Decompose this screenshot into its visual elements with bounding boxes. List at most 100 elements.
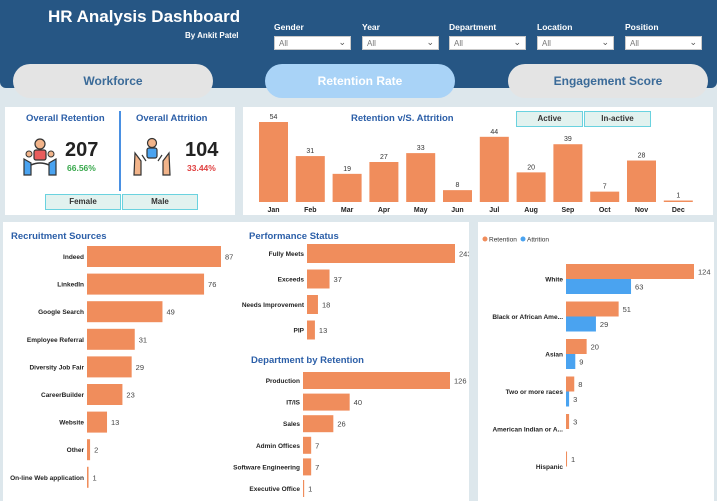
department-category-label: Production [266,378,300,385]
left-charts: Indeed 87 LinkedIn 76 Google Search 49 Employe… [10,244,469,497]
department-category-label: Sales [283,421,300,428]
department-bar [303,436,312,454]
tab-engagement-score[interactable]: Engagement Score [508,64,708,98]
race-retention-bar [566,301,619,317]
recruitment-category-label: CareerBuilder [41,392,84,399]
performance-category-label: Needs Improvement [242,302,305,309]
race-retention-bar [566,376,575,392]
filter-department-label: Department [449,22,497,32]
legend-attrition-swatch [520,236,526,242]
filter-gender-label: Gender [274,22,304,32]
recruitment-category-label: Indeed [63,254,84,261]
filter-location-value: All [542,39,551,48]
male-button[interactable]: Male [122,194,198,210]
retention-vs-attrition-card: Retention v/S. Attrition Active In-activ… [243,107,713,215]
recruitment-category-label: LinkedIn [57,282,84,289]
filter-location-select[interactable]: All ⌄ [537,36,614,50]
month-axis-label: Feb [304,207,316,214]
department-bar [303,458,312,476]
performance-bar [307,320,315,340]
performance-value-label: 13 [319,326,327,335]
monthly-chart: 54 Jan 31 Feb 19 Mar 27 Apr 33 May 8 Jun 44 Jul 20 Aug 3… [259,114,693,214]
legend-attrition-label: Attrition [527,237,549,244]
month-bar [406,153,436,202]
month-bar [443,190,472,202]
performance-bar [307,269,330,289]
tab-retention-rate[interactable]: Retention Rate [265,64,455,98]
author-label: By Ankit Patel [185,31,239,40]
race-retention-bar [566,339,587,354]
chevron-down-icon: ⌄ [338,37,346,47]
filter-gender-value: All [279,39,288,48]
race-retention-bar [566,451,568,467]
recruitment-value-label: 31 [139,335,147,344]
filter-department-select[interactable]: All ⌄ [449,36,526,50]
race-chart: Retention Attrition 124 63 White 51 29 Black or… [482,236,711,471]
race-retention-value-label: 3 [573,418,577,427]
month-value-label: 27 [380,154,388,161]
month-axis-label: May [414,207,428,214]
race-attrition-bar [566,391,570,407]
month-axis-label: Jul [489,207,499,214]
recruitment-bar [87,356,132,378]
performance-bar [307,244,455,263]
chevron-down-icon: ⌄ [601,37,609,47]
department-value-label: 26 [337,420,345,429]
race-retention-value-label: 20 [591,343,599,352]
race-category-label: White [545,277,563,284]
recruitment-value-label: 49 [166,308,174,317]
race-category-label: American Indian or A... [492,427,563,434]
month-bar [553,144,583,202]
month-bar [663,200,693,202]
chevron-down-icon: ⌄ [689,37,697,47]
tab-workforce[interactable]: Workforce [13,64,213,98]
department-value-label: 7 [315,463,319,472]
month-value-label: 8 [456,182,460,189]
month-bar [332,173,362,202]
filter-position-select[interactable]: All ⌄ [625,36,702,50]
recruitment-bar [87,466,89,488]
department-category-label: Executive Office [249,486,300,493]
female-button[interactable]: Female [45,194,121,210]
kpi-card: Overall Retention Overall Attrition 207 … [5,107,235,215]
retention-count: 207 [65,139,99,161]
month-value-label: 1 [676,193,680,200]
month-bar [295,156,325,202]
department-value-label: 126 [454,377,467,386]
overall-retention-title: Overall Retention [26,113,105,124]
filter-department-value: All [454,39,463,48]
recruitment-category-label: Other [67,447,85,454]
month-bar [259,122,288,202]
month-value-label: 54 [270,114,278,121]
race-attrition-bar [566,279,632,294]
month-axis-label: Mar [341,207,354,214]
department-category-label: Admin Offices [256,443,300,450]
month-value-label: 7 [603,184,607,191]
recruitment-category-label: Diversity Job Fair [29,364,84,371]
recruitment-bar [87,246,221,267]
recruitment-value-label: 87 [225,253,233,262]
month-axis-label: Jan [267,207,279,214]
filter-year-value: All [367,39,376,48]
left-bottom-card: Recruitment Sources Performance Status D… [3,222,469,501]
attrition-people-icon [133,137,171,176]
department-bar [303,480,305,497]
performance-value-label: 18 [322,301,330,310]
filter-gender-select[interactable]: All ⌄ [274,36,351,50]
department-category-label: Software Engineering [233,464,300,471]
month-value-label: 31 [306,148,314,155]
filter-position-value: All [630,39,639,48]
filter-year-select[interactable]: All ⌄ [362,36,439,50]
recruitment-bar [87,301,163,323]
recruitment-value-label: 23 [126,391,134,400]
app-title: HR Analysis Dashboard [48,7,241,26]
performance-value-label: 243 [459,250,469,259]
race-attrition-value-label: 29 [600,320,608,329]
recruitment-category-label: Website [59,420,84,427]
chevron-down-icon: ⌄ [426,37,434,47]
performance-value-label: 37 [334,275,342,284]
recruitment-bar [87,384,123,405]
race-retention-value-label: 51 [623,305,631,314]
month-axis-label: Aug [524,207,538,214]
performance-category-label: PIP [294,328,305,335]
